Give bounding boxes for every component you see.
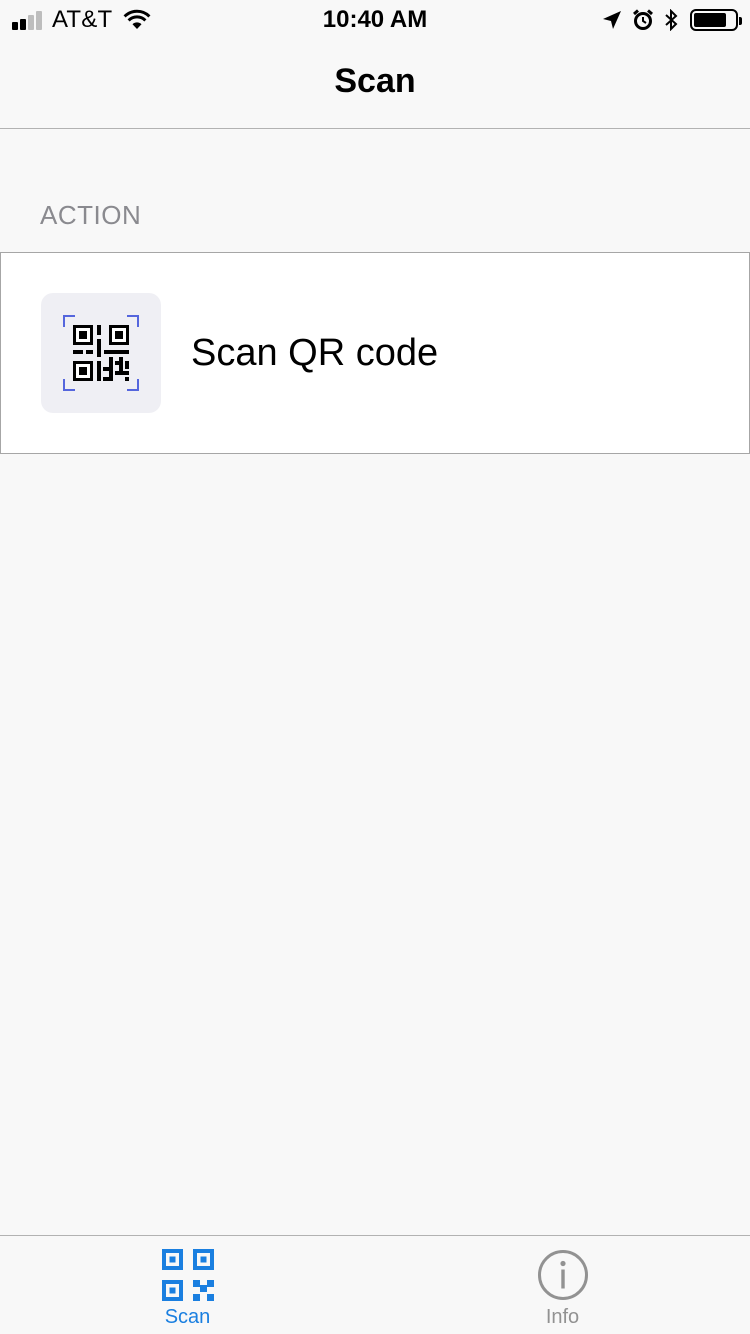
status-right (592, 6, 742, 34)
battery-icon (690, 9, 742, 31)
page-title: Scan (334, 62, 416, 100)
qr-code-scan-graphic (63, 315, 139, 391)
info-tab-graphic (537, 1250, 588, 1300)
qr-code-icon (161, 1248, 214, 1302)
tab-scan[interactable]: Scan (0, 1236, 375, 1334)
tab-bar: Scan Info (0, 1235, 750, 1334)
battery-fill (694, 13, 726, 27)
bluetooth-icon (665, 9, 678, 31)
qr-code-scan-icon (41, 293, 161, 413)
app-screen: AT&T 10:40 AM Scan ACTION Scan QR code S… (0, 0, 750, 1334)
tab-info[interactable]: Info (375, 1236, 750, 1334)
battery-nub (739, 17, 742, 25)
scan-qr-code-cell[interactable]: Scan QR code (0, 252, 750, 454)
navigation-bar: Scan (0, 40, 750, 129)
section-header: ACTION (40, 200, 142, 230)
location-arrow-icon (603, 11, 621, 29)
tab-info-label: Info (545, 1306, 580, 1328)
status-bar: AT&T 10:40 AM (0, 0, 750, 40)
info-icon (537, 1248, 589, 1302)
scan-qr-code-label: Scan QR code (191, 331, 439, 374)
qr-code-tab-graphic (161, 1249, 214, 1301)
alarm-clock-icon (633, 9, 653, 30)
tab-scan-label: Scan (164, 1306, 211, 1328)
